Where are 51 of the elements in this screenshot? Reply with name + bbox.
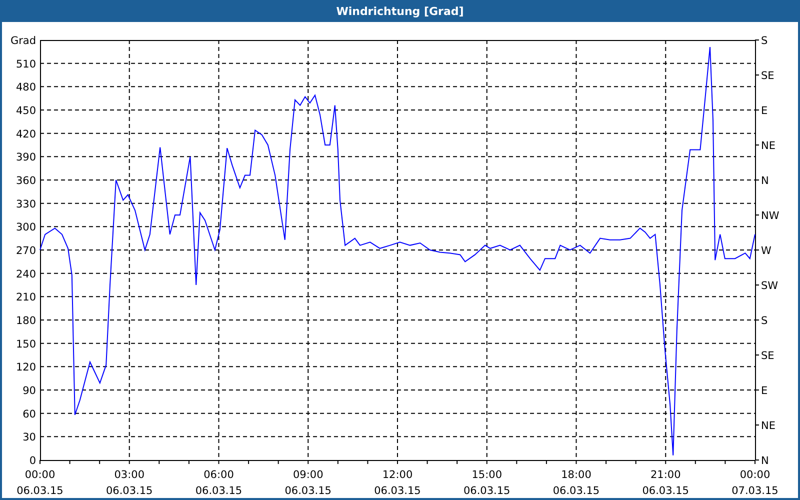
y-tick-label: 150	[16, 338, 36, 350]
x-tick-date: 06.03.15	[284, 485, 332, 497]
y-tick-label: 0	[29, 455, 36, 467]
y-tick-label: 390	[16, 152, 36, 164]
y-tick-label: 240	[16, 268, 36, 280]
x-tick-time: 00:00	[740, 469, 770, 481]
x-tick-date: 06.03.15	[464, 485, 510, 497]
x-tick-date: 06.03.15	[195, 485, 242, 497]
compass-label: E	[761, 385, 768, 397]
compass-label: NE	[761, 140, 776, 152]
x-tick-date: 06.03.15	[552, 485, 600, 497]
x-tick-time: 12:00	[382, 469, 413, 481]
compass-label: SW	[761, 280, 778, 292]
compass-label: E	[761, 105, 768, 117]
x-tick-time: 15:00	[472, 469, 502, 481]
x-tick-date: 06.03.15	[374, 485, 421, 497]
compass-label: S	[761, 315, 768, 327]
y-tick-label: 270	[16, 245, 36, 257]
x-tick-time: 03:00	[114, 469, 144, 481]
compass-label: S	[761, 35, 768, 47]
y-tick-label: 510	[16, 58, 36, 70]
y-tick-label: 120	[16, 362, 36, 374]
y-tick-label: 420	[16, 128, 36, 140]
y-tick-label: 300	[16, 222, 36, 234]
x-tick-date: 07.03.15	[732, 485, 778, 497]
x-tick-date: 06.03.15	[106, 485, 153, 497]
compass-label: N	[761, 455, 769, 467]
compass-label: N	[761, 175, 769, 187]
window-title: Windrichtung [Grad]	[336, 4, 464, 18]
y-tick-label: 60	[22, 408, 36, 420]
x-tick-time: 21:00	[650, 469, 681, 481]
y-tick-label: 90	[22, 385, 36, 397]
compass-label: NW	[761, 210, 780, 222]
y-tick-label: 180	[16, 315, 36, 327]
y-tick-label: 30	[22, 432, 36, 444]
y-tick-label: 450	[16, 105, 36, 117]
x-tick-time: 06:00	[204, 469, 234, 481]
x-tick-time: 09:00	[293, 469, 324, 481]
y-tick-label: 210	[16, 292, 36, 304]
x-tick-date: 06.03.15	[642, 485, 689, 497]
y-axis-title: Grad	[10, 35, 36, 47]
y-tick-label: 480	[16, 82, 36, 94]
x-tick-time: 00:00	[24, 469, 56, 481]
x-tick-date: 06.03.15	[16, 485, 64, 497]
x-tick-time: 18:00	[561, 469, 592, 481]
y-tick-label: 330	[16, 198, 36, 210]
compass-label: SE	[761, 350, 774, 362]
compass-label: NE	[761, 420, 776, 432]
compass-label: SE	[761, 70, 774, 82]
compass-label: W	[761, 245, 772, 257]
y-tick-label: 360	[16, 175, 36, 187]
